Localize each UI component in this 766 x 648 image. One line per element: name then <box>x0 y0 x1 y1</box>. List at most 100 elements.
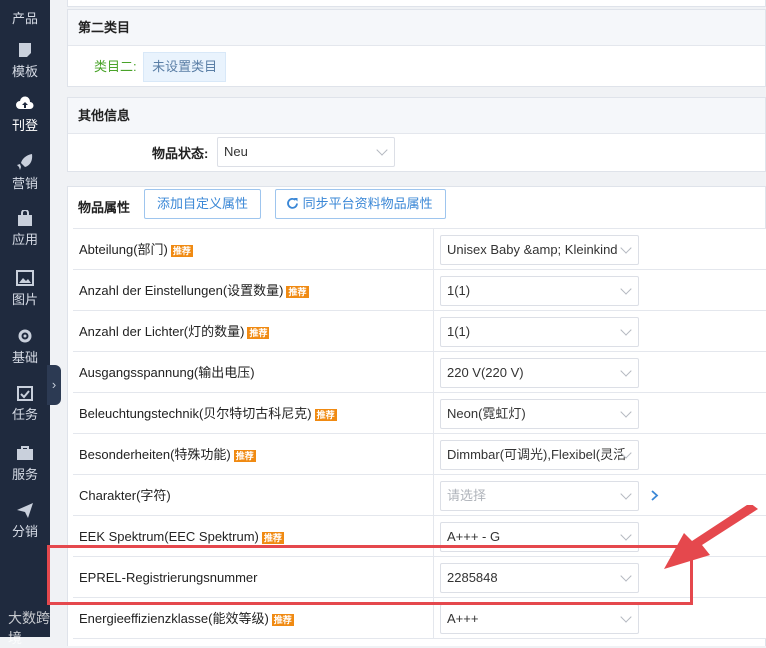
attribute-value: 1(1) <box>447 283 471 298</box>
attribute-select[interactable]: 1(1) <box>440 317 639 347</box>
watermark: 大数跨境 <box>8 610 50 646</box>
category2-label: 类目二: <box>94 59 137 74</box>
sync-platform-attributes-button[interactable]: 同步平台资料物品属性 <box>275 189 446 219</box>
attribute-value: 1(1) <box>447 324 471 339</box>
attribute-value: A+++ <box>447 611 479 626</box>
item-status-select[interactable]: Neu <box>217 137 395 167</box>
attribute-row: Beleuchtungstechnik(贝尔特切古科尼克) 推荐 Neon(霓虹灯… <box>73 393 766 434</box>
attribute-select[interactable]: A+++ <box>440 604 639 634</box>
attribute-select[interactable]: 220 V(220 V) <box>440 358 639 388</box>
sync-button-label: 同步平台资料物品属性 <box>302 196 433 211</box>
chevron-down-icon <box>620 406 632 418</box>
attribute-name: Abteilung(部门) <box>79 242 168 257</box>
recommended-badge: 推荐 <box>261 531 284 544</box>
sidebar-item-basic[interactable]: 基础 <box>0 328 50 366</box>
sidebar-item-label: 刊登 <box>11 118 38 133</box>
annotation-highlight-box <box>47 545 693 605</box>
chevron-down-icon <box>620 283 632 295</box>
attribute-select[interactable]: Dimmbar(可调光),Flexibel(灵活 <box>440 440 639 470</box>
attribute-row: Ausgangsspannung(输出电压) 220 V(220 V) <box>73 352 766 393</box>
attribute-name: Beleuchtungstechnik(贝尔特切古科尼克) <box>79 406 312 421</box>
attribute-value: 220 V(220 V) <box>447 365 524 380</box>
attribute-select[interactable]: Neon(霓虹灯) <box>440 399 639 429</box>
sidebar-item-label: 营销 <box>11 176 38 191</box>
chevron-down-icon <box>620 242 632 254</box>
bag-icon <box>18 210 32 226</box>
other-info-panel: 其他信息 物品状态: Neu <box>67 97 766 172</box>
recommended-badge: 推荐 <box>271 613 294 626</box>
attribute-value: A+++ - G <box>447 529 501 544</box>
chevron-right-icon[interactable] <box>651 490 659 501</box>
upload-cloud-icon <box>16 96 34 109</box>
chevron-down-icon <box>376 144 388 156</box>
rocket-icon <box>17 154 33 170</box>
attribute-name: Anzahl der Lichter(灯的数量) <box>79 324 245 339</box>
attribute-row: Anzahl der Lichter(灯的数量) 推荐 1(1) <box>73 311 766 352</box>
attribute-row: Abteilung(部门) 推荐 Unisex Baby &amp; Kleink… <box>73 229 766 270</box>
category2-panel: 第二类目 类目二: 未设置类目 <box>67 9 766 87</box>
attribute-table: Abteilung(部门) 推荐 Unisex Baby &amp; Kleink… <box>73 228 766 639</box>
attribute-name: Besonderheiten(特殊功能) <box>79 447 231 462</box>
attribute-value: Unisex Baby &amp; Kleinkind <box>447 242 618 257</box>
sidebar-item-label: 分销 <box>11 524 38 539</box>
recommended-badge: 推荐 <box>247 326 270 339</box>
item-attributes-title: 物品属性 <box>78 200 131 215</box>
sidebar-item-label: 模板 <box>11 64 38 79</box>
attribute-name: Energieeffizienzklasse(能效等级) <box>79 611 269 626</box>
sidebar-item-label: 任务 <box>11 407 38 422</box>
other-info-title: 其他信息 <box>68 98 765 134</box>
sidebar-item-marketing[interactable]: 营销 <box>0 154 50 192</box>
annotation-arrow-icon <box>664 505 758 569</box>
calendar-check-icon <box>17 386 33 401</box>
add-custom-attribute-button[interactable]: 添加自定义属性 <box>144 189 262 219</box>
attribute-select[interactable]: 1(1) <box>440 276 639 306</box>
sidebar-item-distribution[interactable]: 分销 <box>0 502 50 540</box>
sidebar-item-service[interactable]: 服务 <box>0 445 50 483</box>
attribute-name: Anzahl der Einstellungen(设置数量) <box>79 283 284 298</box>
sidebar-item-label: 服务 <box>11 467 38 482</box>
recommended-badge: 推荐 <box>233 449 256 462</box>
attribute-name: EEK Spektrum(EEC Spektrum) <box>79 529 259 544</box>
sidebar-item-template[interactable]: 模板 <box>0 42 50 80</box>
sidebar: 产品 模板 刊登 营销 应用 图片 基础 任务 服务 分销 大数跨境 <box>0 0 50 646</box>
attribute-row: Besonderheiten(特殊功能) 推荐 Dimmbar(可调光),Flex… <box>73 434 766 475</box>
category2-value[interactable]: 未设置类目 <box>143 52 227 82</box>
chevron-right-icon: › <box>51 377 57 392</box>
item-status-label: 物品状态: <box>152 146 209 161</box>
attribute-row: Anzahl der Einstellungen(设置数量) 推荐 1(1) <box>73 270 766 311</box>
image-icon <box>16 270 34 286</box>
gear-icon <box>18 329 32 343</box>
recommended-badge: 推荐 <box>314 408 337 421</box>
refresh-icon <box>287 197 298 209</box>
attribute-name: Charakter(字符) <box>79 488 171 503</box>
sidebar-item-label: 产品 <box>11 11 38 26</box>
chevron-down-icon <box>620 324 632 336</box>
sidebar-item-tasks[interactable]: 任务 <box>0 385 50 423</box>
briefcase-icon <box>17 446 33 460</box>
item-status-value: Neu <box>224 144 248 159</box>
chevron-down-icon <box>620 488 632 500</box>
attribute-value: Dimmbar(可调光),Flexibel(灵活 <box>447 447 627 462</box>
sidebar-item-apps[interactable]: 应用 <box>0 210 50 248</box>
chevron-down-icon <box>620 611 632 623</box>
attribute-value: Neon(霓虹灯) <box>447 406 526 421</box>
chevron-down-icon <box>620 365 632 377</box>
sidebar-item-images[interactable]: 图片 <box>0 270 50 308</box>
sidebar-item-label: 图片 <box>11 292 38 307</box>
recommended-badge: 推荐 <box>286 285 309 298</box>
category2-title: 第二类目 <box>68 10 765 46</box>
sidebar-item-publish[interactable]: 刊登 <box>0 96 50 134</box>
attribute-select[interactable]: Unisex Baby &amp; Kleinkind <box>440 235 639 265</box>
attribute-select[interactable]: 请选择 <box>440 481 639 511</box>
sidebar-item-product[interactable]: 产品 <box>0 8 50 27</box>
chevron-down-icon <box>620 529 632 541</box>
template-icon <box>19 43 31 57</box>
attribute-name: Ausgangsspannung(输出电压) <box>79 365 255 380</box>
sidebar-item-label: 应用 <box>11 232 38 247</box>
previous-panel-edge <box>67 0 766 7</box>
recommended-badge: 推荐 <box>170 244 193 257</box>
attribute-placeholder: 请选择 <box>447 488 487 503</box>
category2-row: 类目二: 未设置类目 <box>94 52 227 82</box>
sidebar-item-label: 基础 <box>11 350 38 365</box>
send-icon <box>17 503 33 518</box>
